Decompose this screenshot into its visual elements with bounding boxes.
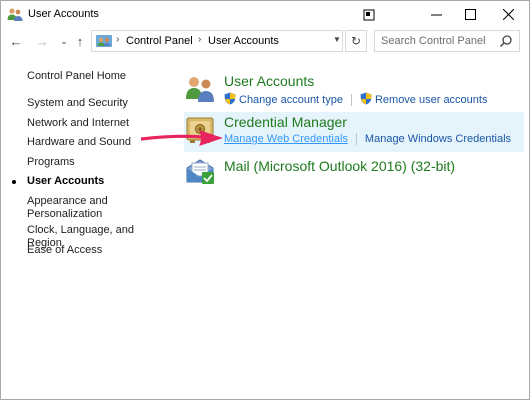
sidebar-item-ease-of-access[interactable]: Ease of Access [27,244,167,257]
sidebar: Control Panel Home System and Security N… [1,56,176,396]
window-title: User Accounts [28,8,99,20]
sidebar-item-control-panel-home[interactable]: Control Panel Home [27,70,167,83]
search-input[interactable] [375,31,497,51]
refresh-icon[interactable]: ↻ [345,30,367,52]
user-accounts-window: User Accounts ← → ⌄ ↑ › Control Panel › … [0,0,530,400]
help-window-icon[interactable] [349,1,389,28]
category-links: Manage Web Credentials Manage Windows Cre… [224,133,511,146]
maximize-button[interactable] [450,1,490,28]
annotation-arrow-icon [141,130,223,146]
category-title-user-accounts[interactable]: User Accounts [224,73,314,89]
link-divider [355,133,357,146]
sidebar-item-programs[interactable]: Programs [27,156,167,169]
sidebar-item-appearance-and-personalization[interactable]: Appearance and Personalization [27,195,137,221]
category-mail: Mail (Microsoft Outlook 2016) (32-bit) [184,154,520,188]
main-content: User Accounts Change account type Remove… [176,56,529,396]
remove-user-accounts-link[interactable]: Remove user accounts [375,94,488,106]
navigation-bar: ← → ⌄ ↑ › Control Panel › User Accounts … [1,28,529,56]
users-icon [7,8,23,21]
search-icon[interactable] [499,34,513,48]
sidebar-item-user-accounts[interactable]: User Accounts [27,175,167,188]
breadcrumb-separator[interactable]: › [116,34,119,45]
sidebar-item-system-and-security[interactable]: System and Security [27,97,167,110]
mail-icon[interactable] [184,154,216,186]
manage-web-credentials-link[interactable]: Manage Web Credentials [224,133,348,145]
breadcrumb-control-panel[interactable]: Control Panel [126,35,193,47]
address-bar[interactable]: › Control Panel › User Accounts ▼ [91,30,343,52]
arrow-up-icon[interactable]: ↑ [71,32,89,50]
breadcrumb-user-accounts[interactable]: User Accounts [208,35,279,47]
uac-shield-icon [224,92,236,105]
category-links: Change account type Remove user accounts [224,92,488,107]
manage-windows-credentials-link[interactable]: Manage Windows Credentials [365,133,511,145]
link-divider [350,94,352,107]
uac-shield-icon [360,92,372,105]
category-title-mail[interactable]: Mail (Microsoft Outlook 2016) (32-bit) [224,158,455,174]
arrow-right-icon[interactable]: → [33,32,51,50]
title-bar: User Accounts [1,1,529,28]
close-button[interactable] [488,1,528,28]
category-title-credential-manager[interactable]: Credential Manager [224,114,347,130]
category-user-accounts: User Accounts Change account type Remove… [184,71,520,111]
chevron-down-icon[interactable]: ▼ [333,35,341,44]
breadcrumb-separator[interactable]: › [198,34,201,45]
control-panel-icon [96,35,112,47]
users-icon[interactable] [184,73,216,105]
active-item-bullet [12,180,16,184]
category-credential-manager: Credential Manager Manage Web Credential… [184,112,520,152]
search-box[interactable] [374,30,520,52]
arrow-left-icon[interactable]: ← [7,32,25,50]
change-account-type-link[interactable]: Change account type [239,94,343,106]
